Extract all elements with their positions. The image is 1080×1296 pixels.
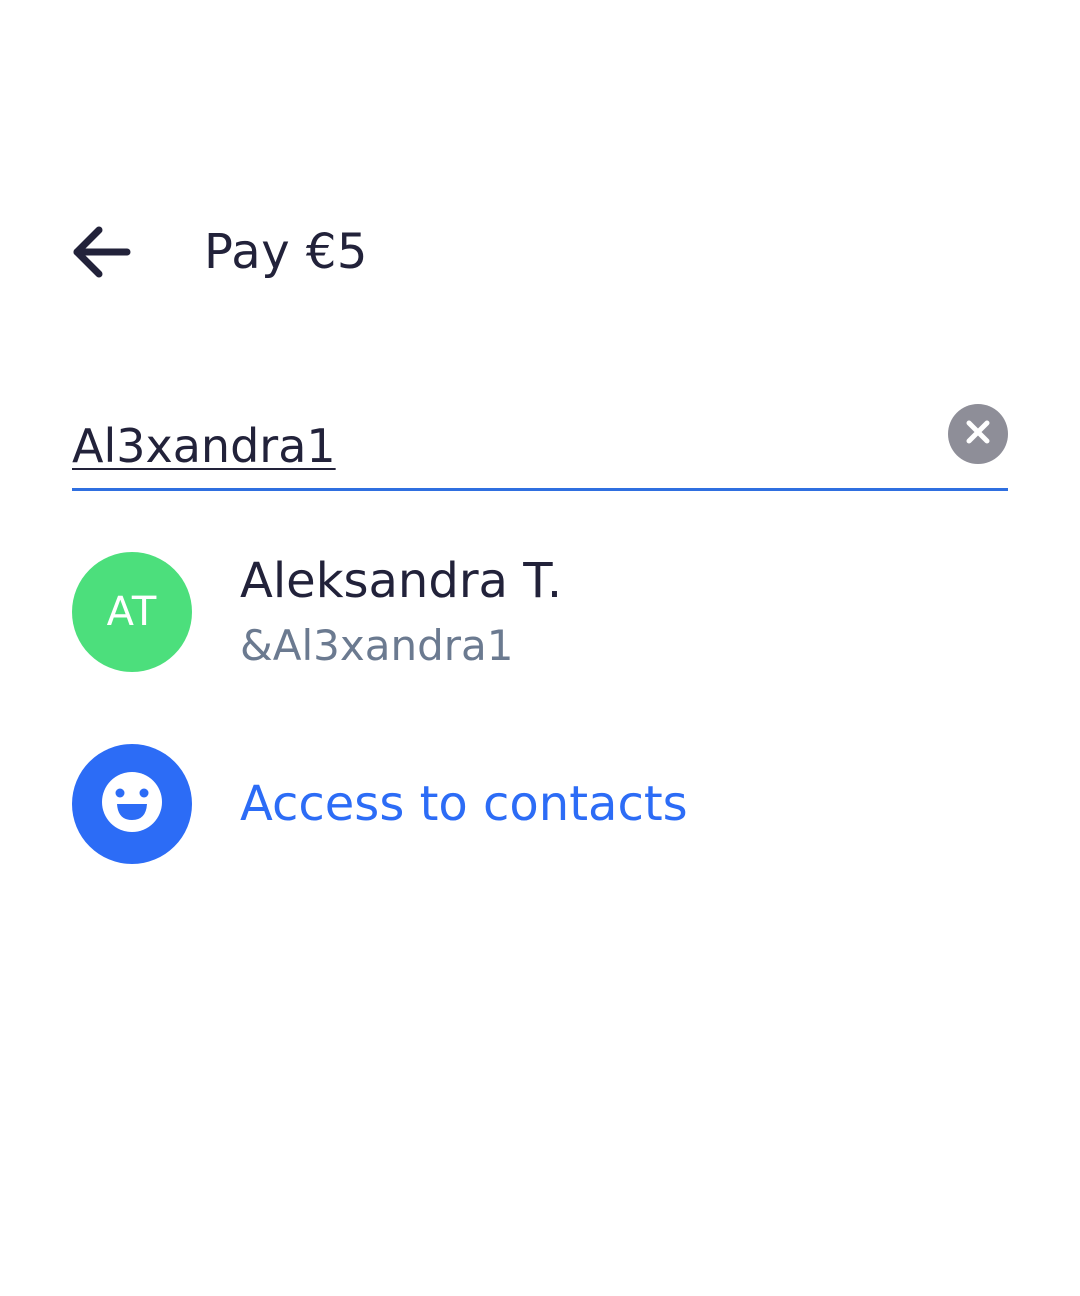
access-contacts-button[interactable]: Access to contacts	[72, 744, 1008, 864]
arrow-left-icon	[73, 226, 131, 278]
smiley-face-icon	[101, 771, 163, 837]
search-input[interactable]	[72, 412, 922, 480]
clear-search-button[interactable]	[948, 404, 1008, 464]
back-button[interactable]	[62, 216, 142, 288]
search-underline	[72, 488, 1008, 491]
recipient-search	[72, 398, 1008, 492]
contact-handle: &Al3xandra1	[240, 621, 514, 670]
avatar-initials: AT	[106, 589, 158, 635]
avatar: AT	[72, 552, 192, 672]
contact-name: Aleksandra T.	[240, 553, 563, 609]
access-contacts-label: Access to contacts	[240, 776, 688, 832]
top-app-bar: Pay €5	[0, 200, 1080, 304]
access-contacts-icon-circle	[72, 744, 192, 864]
page-title: Pay €5	[204, 224, 368, 280]
contact-result-item[interactable]: AT Aleksandra T. &Al3xandra1	[72, 552, 1008, 672]
close-icon	[965, 419, 991, 449]
